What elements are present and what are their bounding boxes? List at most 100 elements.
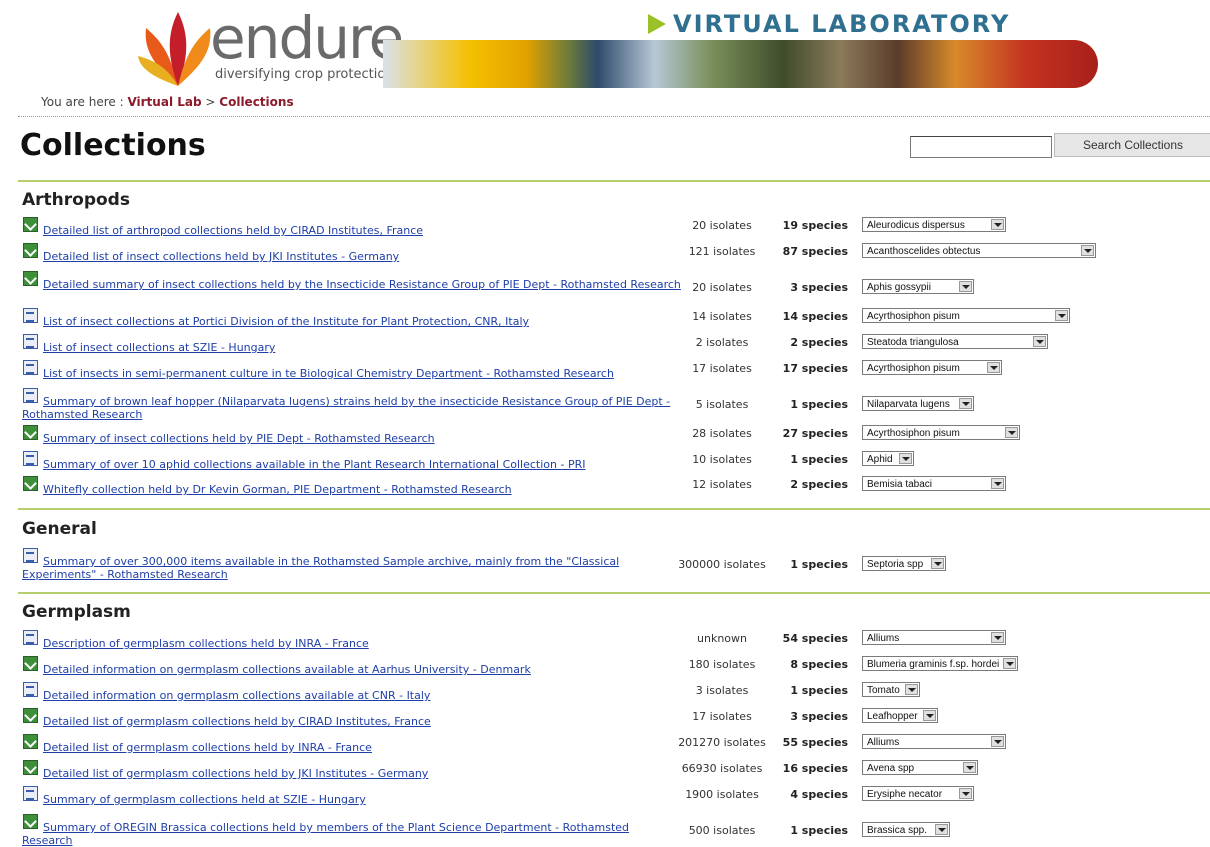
- collection-link[interactable]: Summary of OREGIN Brassica collections h…: [22, 821, 682, 847]
- section-title: Arthropods: [22, 190, 130, 210]
- search-input[interactable]: [910, 136, 1052, 158]
- species-count: 2 species: [790, 336, 848, 349]
- species-select[interactable]: Leafhopper: [862, 708, 938, 723]
- species-select[interactable]: Steatoda triangulosa: [862, 334, 1048, 349]
- chevron-down-icon[interactable]: [991, 736, 1004, 747]
- species-select-value: Blumeria graminis f.sp. hordei: [867, 659, 1000, 670]
- species-select-value: Nilaparvata lugens: [867, 399, 950, 410]
- chevron-down-icon[interactable]: [935, 824, 948, 835]
- collection-link[interactable]: Summary of germplasm collections held at…: [22, 793, 366, 806]
- chevron-down-icon[interactable]: [959, 398, 972, 409]
- breadcrumb-item-collections[interactable]: Collections: [219, 95, 293, 109]
- leaf-logo-icon: [138, 12, 211, 86]
- species-count: 19 species: [782, 219, 848, 232]
- species-select-value: Acyrthosiphon pisum: [867, 311, 960, 322]
- collection-link[interactable]: Detailed information on germplasm collec…: [22, 663, 531, 676]
- collection-link[interactable]: Detailed list of germplasm collections h…: [22, 767, 428, 780]
- species-count: 4 species: [790, 788, 848, 801]
- species-select[interactable]: Acanthoscelides obtectus: [862, 243, 1096, 258]
- species-count: 1 species: [790, 684, 848, 697]
- collection-link[interactable]: List of insects in semi-permanent cultur…: [22, 367, 614, 380]
- section-divider: [18, 592, 1210, 594]
- section-divider: [18, 508, 1210, 510]
- collection-link[interactable]: Detailed list of arthropod collections h…: [22, 224, 423, 237]
- chevron-down-icon[interactable]: [931, 558, 944, 569]
- chevron-down-icon[interactable]: [959, 788, 972, 799]
- species-count: 16 species: [782, 762, 848, 775]
- collection-link[interactable]: Detailed list of germplasm collections h…: [22, 741, 372, 754]
- species-select[interactable]: Alliums: [862, 630, 1006, 645]
- collection-link[interactable]: Summary of brown leaf hopper (Nilaparvat…: [22, 395, 682, 421]
- species-select[interactable]: Aleurodicus dispersus: [862, 217, 1006, 232]
- species-count: 87 species: [782, 245, 848, 258]
- species-select-value: Alliums: [867, 633, 900, 644]
- collection-link[interactable]: Whitefly collection held by Dr Kevin Gor…: [22, 483, 512, 496]
- species-select-value: Alliums: [867, 737, 900, 748]
- collection-link[interactable]: Detailed list of insect collections held…: [22, 250, 399, 263]
- arrow-icon: [648, 14, 666, 34]
- species-count: 27 species: [782, 427, 848, 440]
- species-count: 1 species: [790, 398, 848, 411]
- species-select[interactable]: Bemisia tabaci: [862, 476, 1006, 491]
- species-select[interactable]: Acyrthosiphon pisum: [862, 425, 1020, 440]
- species-select-value: Acyrthosiphon pisum: [867, 428, 960, 439]
- chevron-down-icon[interactable]: [1033, 336, 1046, 347]
- chevron-down-icon[interactable]: [1005, 427, 1018, 438]
- species-select[interactable]: Avena spp: [862, 760, 978, 775]
- section-title: General: [22, 519, 97, 539]
- species-select-value: Aphid: [867, 454, 893, 465]
- chevron-down-icon[interactable]: [899, 453, 912, 464]
- collection-link[interactable]: Description of germplasm collections hel…: [22, 637, 369, 650]
- collection-link[interactable]: Summary of over 10 aphid collections ava…: [22, 458, 586, 471]
- logo-wordmark: endure: [210, 4, 404, 72]
- species-count: 17 species: [782, 362, 848, 375]
- species-select-value: Tomato: [867, 685, 900, 696]
- breadcrumb-item-virtual-lab[interactable]: Virtual Lab: [127, 95, 201, 109]
- breadcrumb-prefix: You are here :: [41, 95, 124, 109]
- chevron-down-icon[interactable]: [1081, 245, 1094, 256]
- species-select[interactable]: Acyrthosiphon pisum: [862, 308, 1070, 323]
- species-select[interactable]: Brassica spp.: [862, 822, 950, 837]
- species-select[interactable]: Tomato: [862, 682, 920, 697]
- chevron-down-icon[interactable]: [1003, 658, 1016, 669]
- collection-link[interactable]: Summary of insect collections held by PI…: [22, 432, 435, 445]
- species-select-value: Septoria spp: [867, 559, 924, 570]
- chevron-down-icon[interactable]: [991, 632, 1004, 643]
- collection-link[interactable]: List of insect collections at Portici Di…: [22, 315, 529, 328]
- collection-link[interactable]: Summary of over 300,000 items available …: [22, 555, 682, 581]
- species-select[interactable]: Blumeria graminis f.sp. hordei: [862, 656, 1018, 671]
- species-select[interactable]: Septoria spp: [862, 556, 946, 571]
- species-select[interactable]: Nilaparvata lugens: [862, 396, 974, 411]
- species-count: 8 species: [790, 658, 848, 671]
- breadcrumb: You are here : Virtual Lab > Collections: [41, 95, 294, 109]
- chevron-down-icon[interactable]: [959, 281, 972, 292]
- chevron-down-icon[interactable]: [923, 710, 936, 721]
- species-select-value: Steatoda triangulosa: [867, 337, 959, 348]
- species-count: 54 species: [782, 632, 848, 645]
- section-divider: [18, 180, 1210, 182]
- species-select[interactable]: Alliums: [862, 734, 1006, 749]
- search-collections-button[interactable]: Search Collections: [1054, 133, 1210, 157]
- collection-link[interactable]: Detailed information on germplasm collec…: [22, 689, 430, 702]
- section-title: Germplasm: [22, 602, 131, 622]
- collection-link[interactable]: Detailed summary of insect collections h…: [22, 278, 682, 291]
- species-select-value: Aphis gossypii: [867, 282, 931, 293]
- species-select[interactable]: Aphis gossypii: [862, 279, 974, 294]
- chevron-down-icon[interactable]: [963, 762, 976, 773]
- chevron-down-icon[interactable]: [991, 478, 1004, 489]
- species-select[interactable]: Aphid: [862, 451, 914, 466]
- collection-link[interactable]: List of insect collections at SZIE - Hun…: [22, 341, 275, 354]
- species-select[interactable]: Erysiphe necator: [862, 786, 974, 801]
- chevron-down-icon[interactable]: [991, 219, 1004, 230]
- page-title: Collections: [20, 128, 206, 163]
- species-select-value: Acyrthosiphon pisum: [867, 363, 960, 374]
- collection-link[interactable]: Detailed list of germplasm collections h…: [22, 715, 431, 728]
- chevron-down-icon[interactable]: [987, 362, 1000, 373]
- header-divider: [18, 116, 1210, 117]
- banner-photo-strip: [383, 40, 1098, 88]
- chevron-down-icon[interactable]: [905, 684, 918, 695]
- site-banner: endure diversifying crop protection VIRT…: [0, 0, 1210, 92]
- species-count: 1 species: [790, 558, 848, 571]
- species-select[interactable]: Acyrthosiphon pisum: [862, 360, 1002, 375]
- chevron-down-icon[interactable]: [1055, 310, 1068, 321]
